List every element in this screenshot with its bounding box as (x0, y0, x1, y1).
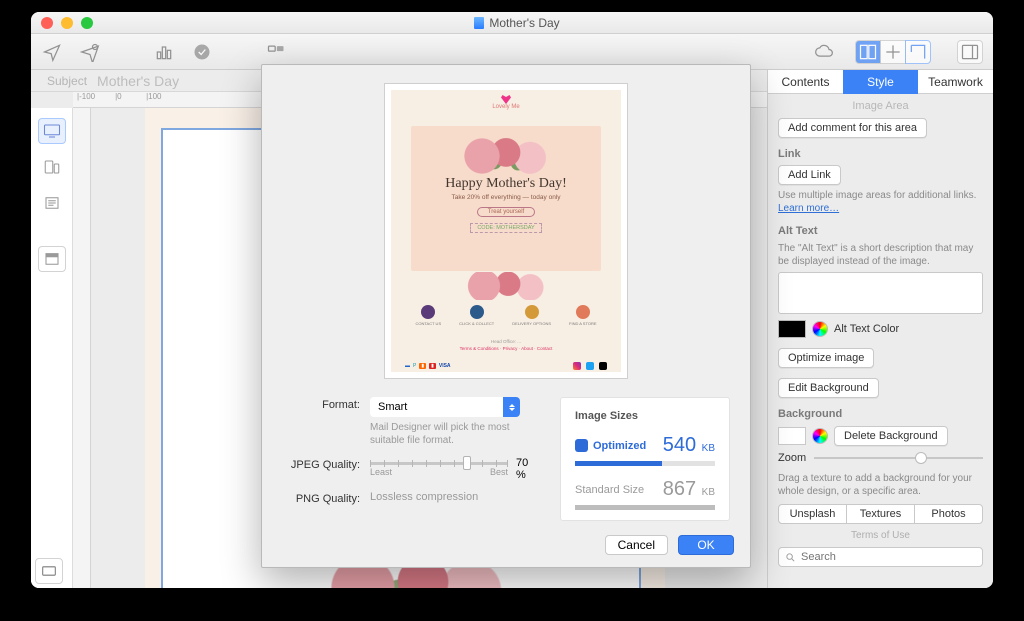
add-comment-button[interactable]: Add comment for this area (778, 118, 927, 138)
send-test-icon[interactable] (41, 41, 63, 63)
texture-source-segmented[interactable]: Unsplash Textures Photos (778, 504, 983, 524)
subject-label: Subject (47, 74, 87, 88)
learn-more-link[interactable]: Learn more… (778, 203, 839, 214)
search-icon (785, 552, 796, 563)
preview-subline: Take 20% off everything — today only (452, 194, 561, 201)
color-picker-icon[interactable] (812, 321, 828, 337)
optimized-size-label: Optimized (575, 439, 646, 452)
zoom-window-button[interactable] (81, 17, 93, 29)
stats-icon[interactable] (153, 41, 175, 63)
standard-size-value: 867 KB (663, 478, 715, 501)
seg-unsplash[interactable]: Unsplash (778, 504, 847, 524)
zoom-label: Zoom (778, 452, 806, 464)
png-quality-label: PNG Quality: (282, 491, 360, 505)
jpeg-least-label: Least (370, 467, 392, 477)
view-split-icon[interactable] (855, 40, 881, 64)
view-mode-segmented[interactable] (855, 40, 931, 64)
preview-payment-icons: ▬P ▮ ▮ VISA (405, 363, 451, 369)
alt-text-color-swatch[interactable] (778, 320, 806, 338)
alt-text-input[interactable] (778, 272, 983, 314)
background-color-swatch[interactable] (778, 427, 806, 445)
preview-flowers-top (446, 138, 566, 174)
cloud-icon[interactable] (813, 41, 835, 63)
dropdown-arrow-icon (503, 397, 520, 417)
preview-headline: Happy Mother's Day! (445, 176, 567, 192)
delete-background-button[interactable]: Delete Background (834, 426, 948, 446)
zoom-slider[interactable] (814, 457, 983, 459)
view-outline-icon[interactable] (905, 40, 931, 64)
format-value: Smart (378, 401, 407, 413)
subject-value[interactable]: Mother's Day (97, 73, 179, 89)
image-area-heading: Image Area (778, 100, 983, 112)
format-label: Format: (282, 397, 360, 411)
ok-button[interactable]: OK (678, 535, 734, 555)
background-drag-hint: Drag a texture to add a background for y… (778, 472, 983, 498)
background-color-picker-icon[interactable] (812, 428, 828, 444)
preview-icon[interactable] (79, 41, 101, 63)
close-window-button[interactable] (41, 17, 53, 29)
jpeg-quality-slider[interactable] (370, 462, 508, 465)
edit-background-button[interactable]: Edit Background (778, 378, 879, 398)
png-quality-value: Lossless compression (370, 491, 540, 503)
texture-search-input[interactable] (801, 551, 976, 563)
device-tablet-phone[interactable] (38, 154, 66, 180)
format-select[interactable]: Smart (370, 397, 520, 417)
seg-textures[interactable]: Textures (846, 504, 915, 524)
terms-of-use-link[interactable]: Terms of Use (778, 530, 983, 541)
export-preview: Lovely Me Happy Mother's Day! Take 20% o… (384, 83, 628, 379)
ruler-vertical (73, 108, 91, 588)
check-icon[interactable] (191, 41, 213, 63)
preview-logo: Lovely Me (486, 94, 526, 118)
preview-social-icons (573, 362, 607, 370)
tab-style[interactable]: Style (843, 70, 918, 94)
jpeg-quality-value: 70 % (516, 457, 540, 481)
view-grid-icon[interactable] (880, 40, 906, 64)
device-selector (31, 108, 73, 588)
device-source[interactable] (38, 246, 66, 272)
background-section-label: Background (778, 408, 983, 420)
jpeg-best-label: Best (490, 467, 508, 477)
add-link-button[interactable]: Add Link (778, 165, 841, 185)
format-hint: Mail Designer will pick the most suitabl… (370, 421, 540, 447)
standard-bar (575, 505, 715, 510)
device-text-only[interactable] (38, 190, 66, 216)
alt-text-label: Alt Text (778, 225, 983, 237)
tab-contents[interactable]: Contents (768, 70, 843, 94)
cancel-button[interactable]: Cancel (605, 535, 668, 555)
preview-footer-text: Head Office: ... Terms & Conditions · Pr… (385, 339, 627, 352)
preview-feature-icons: CONTACT US CLICK & COLLECT DELIVERY OPTI… (385, 305, 627, 326)
tab-teamwork[interactable]: Teamwork (918, 70, 993, 94)
window-title-text: Mother's Day (489, 16, 559, 30)
optimize-image-button[interactable]: Optimize image (778, 348, 874, 368)
alt-text-color-label: Alt Text Color (834, 323, 899, 335)
app-window: Mother's Day Subject Mother's Day (31, 12, 993, 588)
optimized-size-value: 540 KB (663, 434, 715, 457)
device-desktop[interactable] (38, 118, 66, 144)
inspector-toggle-icon[interactable] (957, 40, 983, 64)
image-sizes-card: Image Sizes Optimized 540 KB Standard Si… (560, 397, 730, 521)
optimized-icon (575, 439, 588, 452)
image-sizes-title: Image Sizes (575, 410, 715, 422)
preview-cta: Treat yourself (477, 207, 535, 217)
texture-search[interactable] (778, 547, 983, 567)
window-title: Mother's Day (101, 16, 933, 30)
preview-code: CODE: MOTHERSDAY (470, 223, 541, 233)
link-hint: Use multiple image areas for additional … (778, 190, 976, 201)
preview-flowers-bottom (451, 272, 561, 300)
minimize-window-button[interactable] (61, 17, 73, 29)
jpeg-quality-label: JPEG Quality: (282, 457, 360, 471)
export-dialog: Lovely Me Happy Mother's Day! Take 20% o… (261, 64, 751, 568)
inspector-tabs[interactable]: Contents Style Teamwork (768, 70, 993, 94)
alt-text-hint: The "Alt Text" is a short description th… (778, 242, 983, 268)
document-icon (474, 17, 484, 29)
link-section-label: Link (778, 148, 983, 160)
optimized-bar (575, 461, 715, 466)
add-block-button[interactable] (35, 558, 63, 584)
titlebar: Mother's Day (31, 12, 993, 34)
standard-size-label: Standard Size (575, 484, 644, 496)
inspector-panel: Contents Style Teamwork Image Area Add c… (767, 70, 993, 588)
layout-blocks-icon[interactable] (265, 41, 287, 63)
seg-photos[interactable]: Photos (914, 504, 983, 524)
